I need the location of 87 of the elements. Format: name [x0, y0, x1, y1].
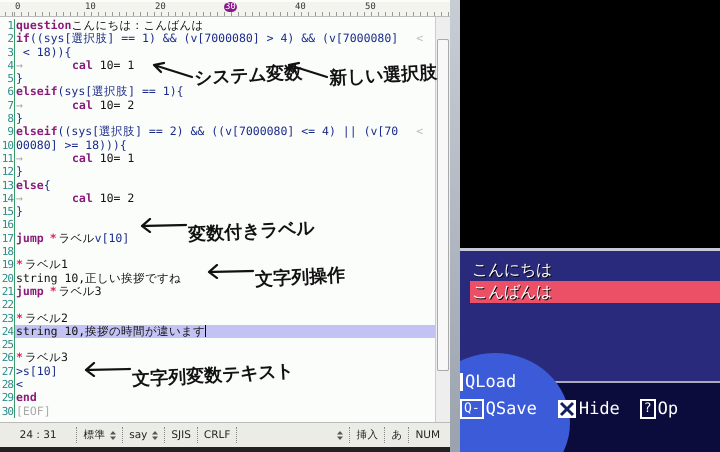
code-line: 00080] >= 18))){ [15, 138, 127, 152]
ruler-number: 40 [295, 2, 306, 12]
status-field: 24 : 31 [0, 427, 76, 443]
status-dropdown[interactable]: 標準 [76, 427, 122, 443]
line-number: 13 [0, 178, 15, 192]
line-number: 27 [0, 364, 15, 378]
code-line: } [15, 72, 23, 86]
code-line: end [15, 391, 37, 405]
code-line: jump * ラベルv[10] [15, 232, 130, 246]
line-number: 22 [0, 298, 15, 312]
line-number: 6 [0, 85, 15, 99]
handwritten-note: 新しい選択肢 [328, 61, 438, 90]
code-line: } [15, 205, 23, 218]
hand-drawn-arrow [205, 263, 255, 279]
code-line: string 10,正しい挨拶ですね [15, 272, 182, 285]
line-number: 25 [0, 338, 15, 352]
code-line: → cal 10= 2 [15, 192, 134, 206]
line-number: 20 [0, 272, 15, 285]
code-line: elseif((sys[選択肢] == 2) && ((v[7000080] <= 4) || (v[70 < [15, 125, 424, 139]
menu-button[interactable]: Hide [556, 399, 620, 419]
code-line: questionこんにちは：こんばんは [15, 19, 204, 32]
key-icon [460, 373, 463, 391]
status-field: あ [384, 427, 408, 443]
status-field: SJIS [164, 427, 197, 443]
code-line: * ラベル1 [15, 258, 68, 272]
code-line: >s[10] [15, 364, 58, 378]
ruler-number: 0 [15, 2, 20, 12]
line-number: 1 [0, 19, 15, 32]
code-line: * ラベル3 [15, 351, 68, 365]
line-number: 12 [0, 165, 15, 179]
code-line: [EOF] [15, 404, 51, 418]
status-dropdown[interactable]: say [122, 427, 164, 443]
line-number: 16 [0, 218, 15, 232]
text-cursor [205, 325, 206, 338]
code-line: else{ [15, 178, 51, 192]
code-line: < 18)){ [22, 46, 72, 59]
line-number: 9 [0, 125, 15, 139]
choice-option[interactable]: こんばんは [470, 281, 720, 303]
ruler-number: 50 [365, 2, 376, 12]
line-number: 18 [0, 245, 15, 258]
hand-drawn-arrow [82, 361, 132, 377]
line-number: 19 [0, 258, 15, 272]
line-number: 28 [0, 378, 15, 392]
line-number: 17 [0, 232, 15, 246]
code-line: * ラベル2 [15, 312, 68, 325]
code-line: jump * ラベル3 [15, 284, 102, 298]
line-number: 5 [0, 72, 15, 86]
line-number: 11 [0, 152, 15, 166]
code-line: → cal 10= 1 [15, 152, 134, 166]
spinner-icon [152, 430, 158, 440]
line-number: 7 [0, 98, 15, 112]
menu-button[interactable]: QLoad [460, 369, 516, 395]
handwritten-note: 文字列操作 [254, 264, 346, 292]
line-number: 26 [0, 351, 15, 365]
line-number: 21 [0, 284, 15, 298]
line-number: 14 [0, 192, 15, 206]
line-number: 23 [0, 312, 15, 325]
choice-option[interactable]: こんにちは [470, 259, 720, 281]
line-number: 29 [0, 391, 15, 405]
ruler-number: 30 [224, 2, 237, 12]
line-number: 15 [0, 205, 15, 218]
status-field: 挿入 [349, 427, 384, 443]
spinner-icon [337, 430, 344, 440]
ruler-number: 20 [155, 2, 166, 12]
code-line: if((sys[選択肢] == 1) && (v[7000080] > 4) && (v[7000080] < [15, 32, 424, 46]
close-key-icon [556, 399, 577, 419]
status-field: CRLF [196, 427, 236, 443]
line-number: 2 [0, 32, 15, 46]
menu-button[interactable]: ? Op [640, 399, 678, 419]
line-number: 30 [0, 404, 15, 418]
line-number: 3 [0, 46, 15, 59]
menu-button[interactable]: Q- QSave [460, 399, 537, 419]
code-line: } [15, 165, 23, 179]
line-number: 8 [0, 112, 15, 126]
handwritten-note: 文字列変数テキスト [131, 360, 295, 392]
handwritten-note: 変数付きラベル [187, 216, 315, 246]
spinner-icon [110, 430, 116, 440]
code-line: } [15, 112, 23, 126]
line-number: 4 [0, 58, 15, 72]
line-number: 10 [0, 138, 15, 152]
hand-drawn-arrow [138, 217, 188, 233]
code-line: → cal 10= 1 [15, 58, 134, 72]
code-line: < [15, 378, 23, 392]
ruler-number: 10 [85, 2, 96, 12]
code-line: elseif(sys[選択肢] == 1){ [15, 85, 184, 99]
code-line: → cal 10= 2 [15, 98, 134, 112]
hand-drawn-arrow [150, 61, 194, 81]
